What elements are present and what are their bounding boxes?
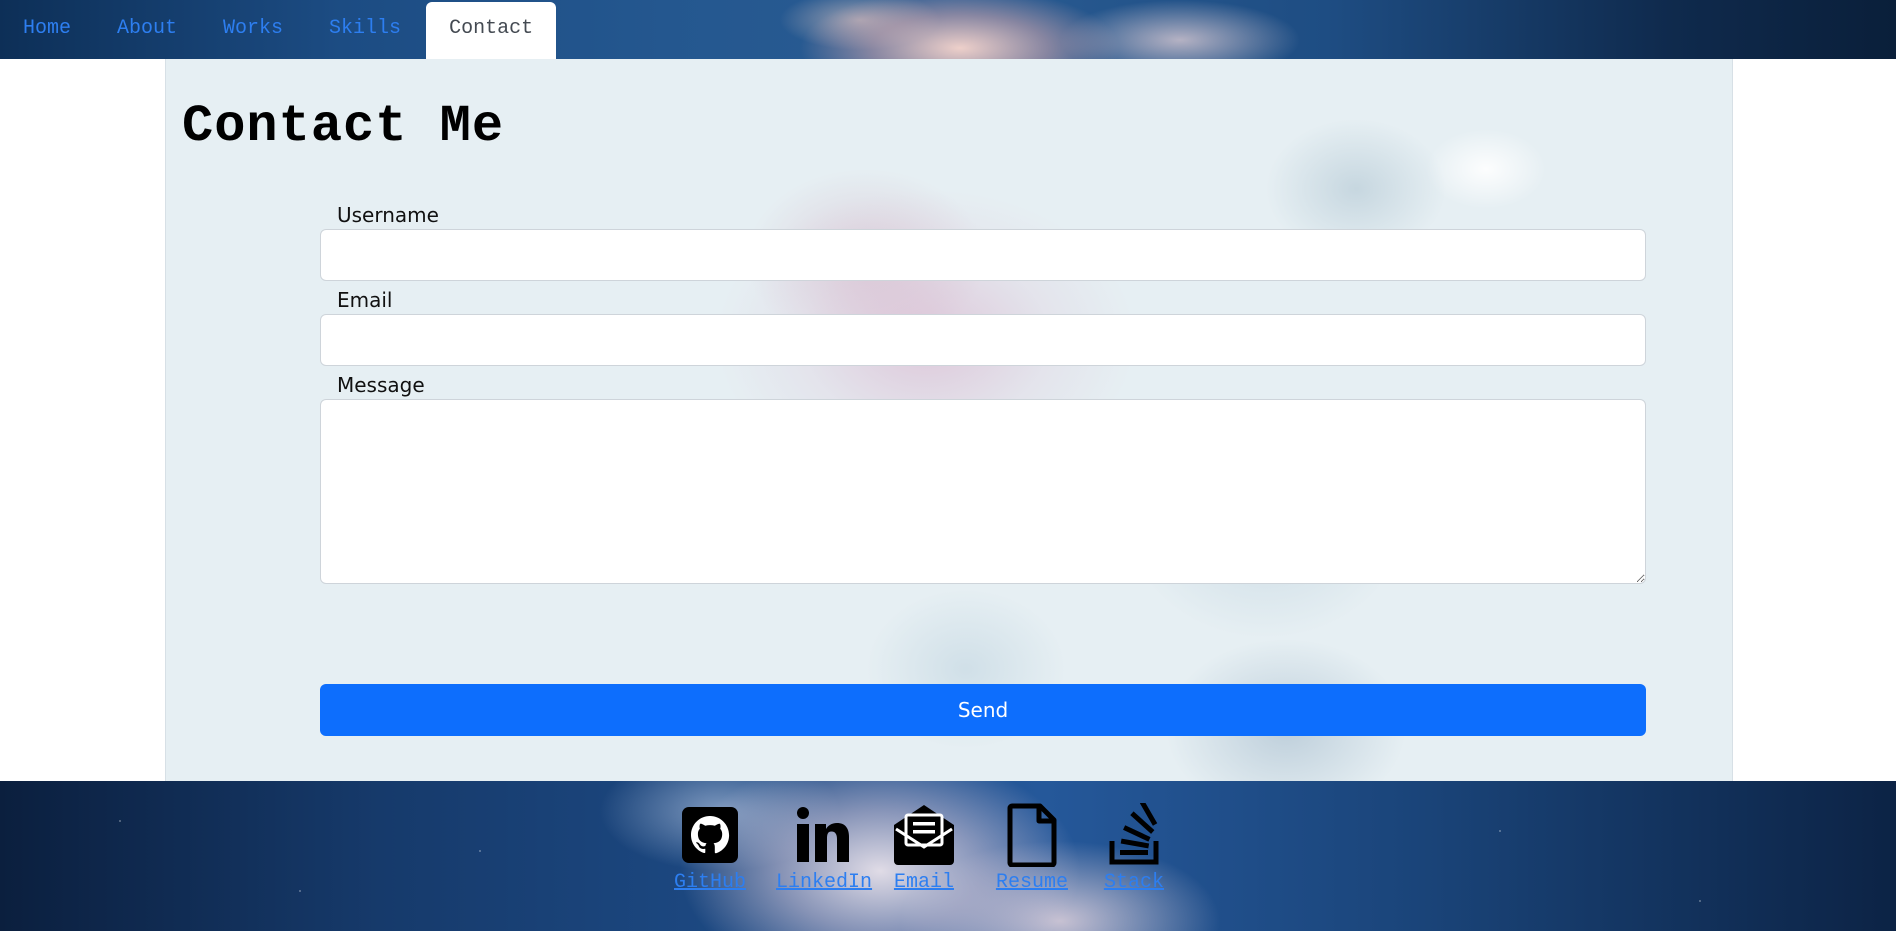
stack-overflow-icon — [1109, 803, 1159, 865]
social-links: GitHub LinkedIn Email Resume Stack — [668, 803, 1170, 894]
top-nav: Home About Works Skills Contact — [0, 0, 1896, 59]
email-field[interactable] — [320, 314, 1646, 366]
username-label: Username — [337, 203, 439, 227]
document-icon — [1007, 803, 1057, 867]
github-label: GitHub — [673, 871, 746, 894]
contact-form: Username Email Message Send — [320, 201, 1646, 736]
stack-link[interactable]: Stack — [1098, 803, 1170, 894]
username-field[interactable] — [320, 229, 1646, 281]
contact-section: Contact Me Username Email Message Send — [165, 59, 1733, 781]
tab-skills[interactable]: Skills — [306, 2, 424, 59]
tab-about[interactable]: About — [94, 2, 200, 59]
email-label: Email — [893, 871, 954, 894]
tab-works[interactable]: Works — [200, 2, 306, 59]
tab-home[interactable]: Home — [0, 2, 94, 59]
github-link[interactable]: GitHub — [668, 803, 752, 894]
footer: GitHub LinkedIn Email Resume Stack — [0, 781, 1896, 931]
github-icon — [682, 807, 738, 863]
page-title: Contact Me — [182, 97, 505, 156]
stack-label: Stack — [1103, 871, 1164, 894]
message-label: Message — [337, 373, 425, 397]
linkedin-icon — [797, 807, 849, 862]
linkedin-link[interactable]: LinkedIn — [776, 803, 872, 894]
resume-label: Resume — [995, 871, 1068, 894]
linkedin-label: LinkedIn — [776, 871, 873, 894]
tab-contact[interactable]: Contact — [426, 2, 557, 59]
envelope-open-icon — [894, 805, 954, 865]
resume-link[interactable]: Resume — [990, 803, 1074, 894]
email-label: Email — [337, 288, 393, 312]
email-link[interactable]: Email — [888, 803, 960, 894]
send-button[interactable]: Send — [320, 684, 1646, 736]
message-field[interactable] — [320, 399, 1646, 584]
nav-tabs: Home About Works Skills Contact — [0, 2, 557, 59]
